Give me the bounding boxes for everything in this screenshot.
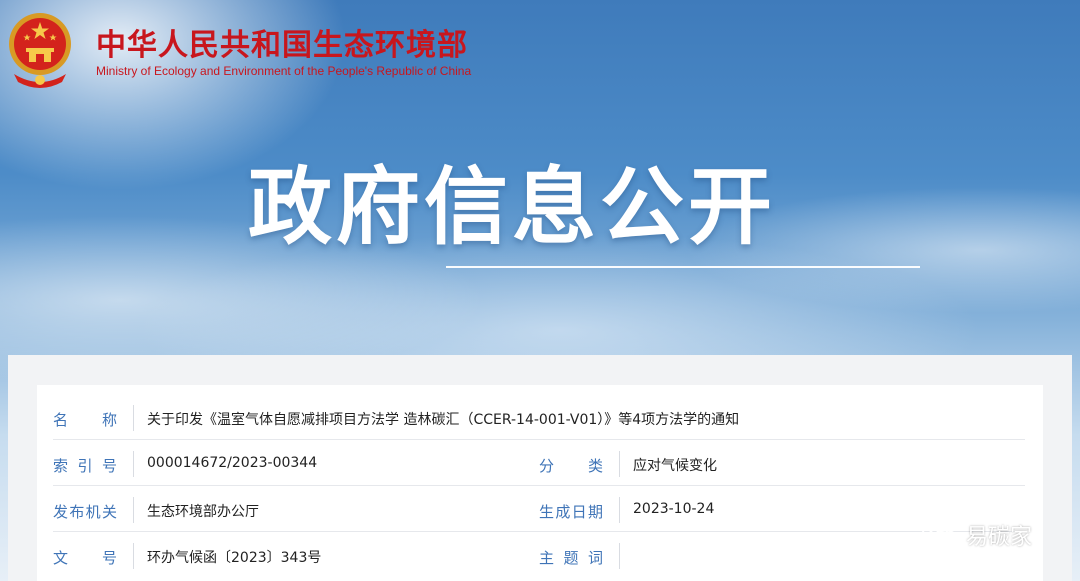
divider: [133, 497, 134, 523]
issuer-value: 生态环境部办公厅: [147, 504, 259, 520]
keywords-label: 主 题 词: [539, 549, 603, 567]
index-label: 索 引 号: [53, 457, 117, 475]
category-label: 分 类: [539, 457, 603, 475]
info-row-index: 索 引 号 000014672/2023-00344 分 类 应对气候变化: [53, 441, 1025, 486]
category-value: 应对气候变化: [633, 458, 717, 474]
info-row-issuer: 发布机关 生态环境部办公厅 生成日期 2023-10-24: [53, 487, 1025, 532]
divider: [133, 405, 134, 431]
info-row-name: 名 称 关于印发《温室气体自愿减排项目方法学 造林碳汇（CCER-14-001-…: [53, 397, 1025, 440]
date-label: 生成日期: [539, 503, 603, 521]
title-underline: [446, 266, 920, 268]
divider: [133, 451, 134, 477]
issuer-label: 发布机关: [53, 503, 117, 521]
name-label: 名 称: [53, 411, 117, 429]
watermark: 易碳家: [920, 518, 1032, 552]
watermark-text: 易碳家: [966, 525, 1033, 550]
wechat-icon: [922, 523, 957, 547]
docno-value: 环办气候函〔2023〕343号: [147, 550, 322, 566]
name-value: 关于印发《温室气体自愿减排项目方法学 造林碳汇（CCER-14-001-V01）…: [147, 412, 740, 428]
page-title: 政府信息公开: [248, 158, 777, 256]
docno-label: 文 号: [53, 549, 117, 567]
info-row-docno: 文 号 环办气候函〔2023〕343号 主 题 词: [53, 533, 1025, 577]
info-panel: 名 称 关于印发《温室气体自愿减排项目方法学 造林碳汇（CCER-14-001-…: [37, 385, 1043, 581]
divider: [619, 451, 620, 477]
org-name-en: Ministry of Ecology and Environment of t…: [96, 64, 472, 78]
index-value: 000014672/2023-00344: [147, 455, 318, 471]
divider: [619, 497, 620, 523]
date-value: 2023-10-24: [633, 501, 715, 517]
divider: [619, 543, 620, 569]
national-emblem-icon: [9, 13, 71, 88]
org-name-cn[interactable]: 中华人民共和国生态环境部: [96, 20, 468, 64]
divider: [133, 543, 134, 569]
